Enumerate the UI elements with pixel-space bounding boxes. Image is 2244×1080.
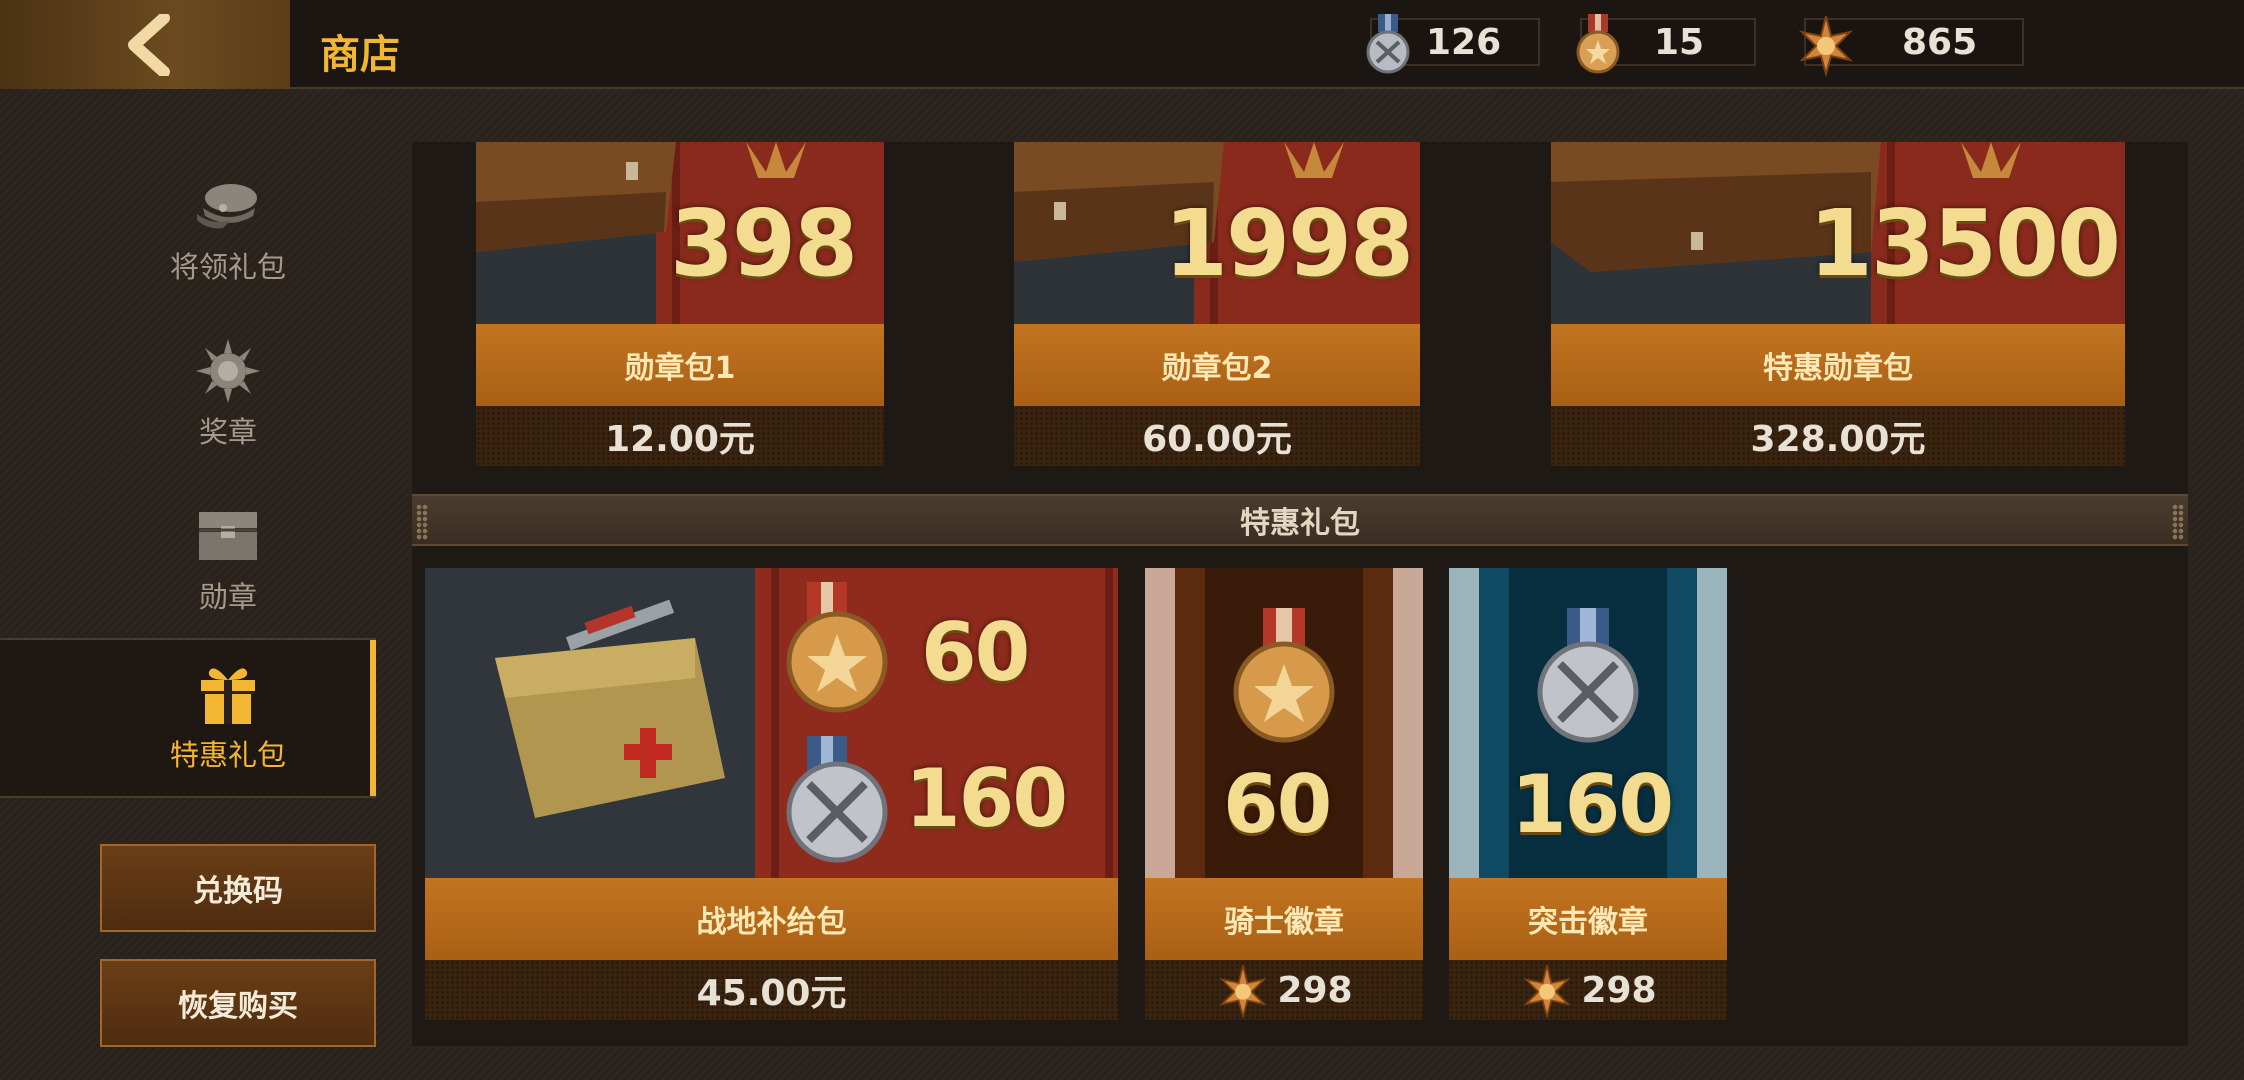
star-badge-icon — [1523, 965, 1572, 1018]
pack-name: 战地补给包 — [425, 878, 1118, 960]
pack-price[interactable]: 60.00元 — [1014, 406, 1420, 466]
medal-amount: 398 — [669, 190, 858, 297]
pack-name: 骑士徽章 — [1145, 878, 1423, 960]
pack-name: 特惠勋章包 — [1551, 324, 2125, 406]
medal-amount: 60 — [921, 606, 1030, 699]
chest-icon — [199, 512, 257, 560]
medal-amount: 160 — [905, 752, 1068, 845]
redeem-code-button[interactable]: 兑换码 — [100, 844, 376, 932]
sidebar-item-awards[interactable]: 奖章 — [0, 315, 376, 475]
special-pack-card[interactable]: 60 160 战地补给包 45.00元 — [425, 568, 1118, 1022]
sidebar-item-label: 特惠礼包 — [169, 738, 286, 772]
special-pack-card[interactable]: 60 骑士徽章 298 — [1145, 568, 1423, 1022]
sidebar-item-medals[interactable]: 勋章 — [0, 480, 376, 640]
section-header-special-packs: 特惠礼包 — [412, 494, 2188, 546]
pack-price[interactable]: 298 — [1449, 960, 1727, 1020]
pack-name: 勋章包1 — [476, 324, 884, 406]
currency-silver: 126 — [1366, 14, 1540, 74]
sidebar-item-label: 勋章 — [198, 580, 257, 614]
chevron-left-icon — [128, 13, 170, 76]
pack-price[interactable]: 12.00元 — [476, 406, 884, 466]
pack-name: 突击徽章 — [1449, 878, 1727, 960]
top-bar: 商店 126 15 865 — [0, 0, 2244, 89]
silver-medal-icon — [1366, 14, 1410, 74]
currency-bronze: 15 — [1576, 14, 1756, 74]
currency-star-value: 865 — [1902, 22, 1978, 63]
pack-name: 勋章包2 — [1014, 324, 1420, 406]
medal-amount: 1998 — [1163, 190, 1414, 297]
divider-dots — [416, 504, 428, 540]
pack-price-value: 298 — [1277, 969, 1353, 1011]
pack-price[interactable]: 328.00元 — [1551, 406, 2125, 466]
divider-dots — [2172, 504, 2184, 540]
medal-amount: 13500 — [1808, 190, 2121, 297]
medal-pack-card[interactable]: 398 勋章包1 12.00元 — [476, 142, 884, 468]
sidebar-item-special-pack[interactable]: 特惠礼包 — [0, 638, 376, 798]
medal-pack-card[interactable]: 13500 特惠勋章包 328.00元 — [1551, 142, 2125, 468]
sun-medal-icon — [196, 339, 260, 403]
pack-price-value: 298 — [1581, 969, 1657, 1011]
sidebar-item-label: 奖章 — [198, 415, 257, 449]
medal-pack-card[interactable]: 1998 勋章包2 60.00元 — [1014, 142, 1420, 468]
medal-amount: 160 — [1511, 758, 1674, 851]
currency-star: 865 — [1798, 15, 2024, 76]
bronze-medal-icon — [1576, 14, 1620, 74]
pack-price[interactable]: 45.00元 — [425, 960, 1118, 1020]
page-title: 商店 — [320, 32, 400, 78]
back-button[interactable] — [0, 0, 290, 89]
currency-bronze-value: 15 — [1654, 22, 1705, 63]
pack-price[interactable]: 298 — [1145, 960, 1423, 1020]
medal-amount: 60 — [1223, 758, 1332, 851]
sidebar-item-general-pack[interactable]: 将领礼包 — [0, 150, 376, 310]
star-badge-icon — [1798, 15, 1854, 76]
section-title: 特惠礼包 — [1240, 506, 1360, 541]
currency-silver-value: 126 — [1426, 22, 1502, 63]
gift-icon — [201, 668, 255, 724]
sidebar-item-label: 将领礼包 — [169, 250, 286, 284]
star-badge-icon — [1219, 965, 1268, 1018]
officer-cap-icon — [197, 184, 257, 229]
restore-purchase-button[interactable]: 恢复购买 — [100, 959, 376, 1047]
special-pack-card[interactable]: 160 突击徽章 298 — [1449, 568, 1727, 1022]
